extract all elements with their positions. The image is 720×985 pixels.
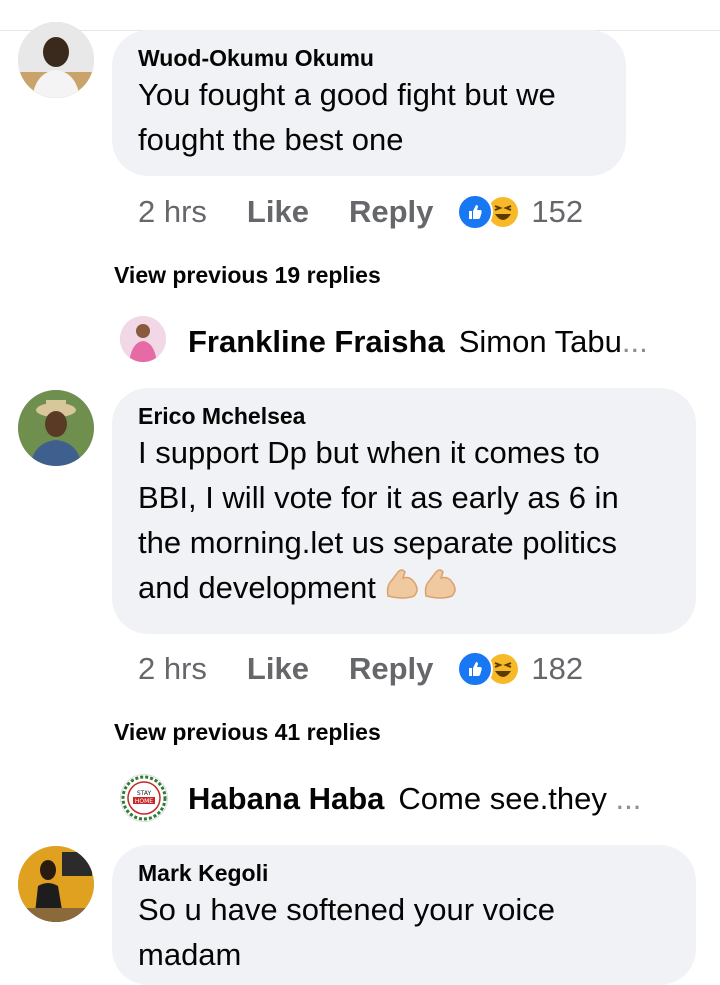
avatar[interactable] xyxy=(18,390,94,466)
reactions[interactable] xyxy=(457,651,522,687)
reply-ellipsis: ... xyxy=(621,324,648,359)
comment-text-line: I support Dp but when it comes to xyxy=(138,435,600,470)
comment-bubble: Wuod-Okumu Okumu You fought a good fight… xyxy=(112,30,626,176)
reply-ellipsis: ... xyxy=(615,781,642,816)
comment-actions: 2 hrs Like Reply 152 xyxy=(138,192,583,232)
reply-text: Come see.they xyxy=(398,781,616,816)
comment-text-line: BBI, I will vote for it as early as 6 in xyxy=(138,480,619,515)
reply-author[interactable]: Frankline Fraisha xyxy=(188,324,445,360)
view-previous-replies[interactable]: View previous 41 replies xyxy=(114,719,381,746)
flexed-biceps-icon xyxy=(422,566,460,614)
comment-author[interactable]: Mark Kegoli xyxy=(138,859,670,887)
comment-text-segment: and development xyxy=(138,570,376,605)
like-button[interactable]: Like xyxy=(247,194,309,230)
flexed-biceps-icon xyxy=(384,566,422,614)
reaction-count[interactable]: 182 xyxy=(531,651,583,687)
comment-text-line: So u have softened your voice xyxy=(138,892,556,927)
like-button[interactable]: Like xyxy=(247,651,309,687)
avatar[interactable] xyxy=(18,846,94,922)
reactions[interactable] xyxy=(457,194,522,230)
avatar-photo-icon xyxy=(18,846,94,922)
comment-time: 2 hrs xyxy=(138,194,207,229)
comment-bubble: Erico Mchelsea I support Dp but when it … xyxy=(112,388,696,634)
avatar-photo-icon xyxy=(18,22,94,98)
reply-button[interactable]: Reply xyxy=(349,651,433,687)
avatar[interactable] xyxy=(120,316,166,362)
comment-text-line: fought the best one xyxy=(138,122,404,157)
comment-text-line-with-emoji: and development xyxy=(138,565,670,614)
comment-text-line: the morning.let us separate politics xyxy=(138,525,618,560)
avatar[interactable] xyxy=(18,22,94,98)
top-divider xyxy=(0,0,720,31)
comment-time: 2 hrs xyxy=(138,651,207,686)
avatar-photo-icon xyxy=(18,390,94,466)
comment-bubble: Mark Kegoli So u have softened your voic… xyxy=(112,845,696,985)
reply-text: Simon Tabu xyxy=(458,324,622,359)
comment-actions: 2 hrs Like Reply 182 xyxy=(138,649,583,689)
comment-text-line: madam xyxy=(138,937,242,972)
badge-text-home: HOME xyxy=(135,798,153,805)
comment-author[interactable]: Wuod-Okumu Okumu xyxy=(138,44,600,72)
avatar[interactable]: STAY HOME xyxy=(120,774,168,822)
badge-text-stay: STAY xyxy=(137,790,152,797)
comment-author[interactable]: Erico Mchelsea xyxy=(138,402,670,430)
reply-button[interactable]: Reply xyxy=(349,194,433,230)
reply-preview[interactable]: Frankline Fraisha Simon Tabu ... xyxy=(188,322,648,362)
view-previous-replies[interactable]: View previous 19 replies xyxy=(114,262,381,289)
comment-text-line: You fought a good fight but we xyxy=(138,77,556,112)
stay-home-badge-icon: STAY HOME xyxy=(121,775,167,821)
avatar-photo-icon xyxy=(120,316,166,362)
reply-preview[interactable]: Habana Haba Come see.they ... xyxy=(188,779,641,819)
reply-author[interactable]: Habana Haba xyxy=(188,781,384,817)
reaction-count[interactable]: 152 xyxy=(531,194,583,230)
